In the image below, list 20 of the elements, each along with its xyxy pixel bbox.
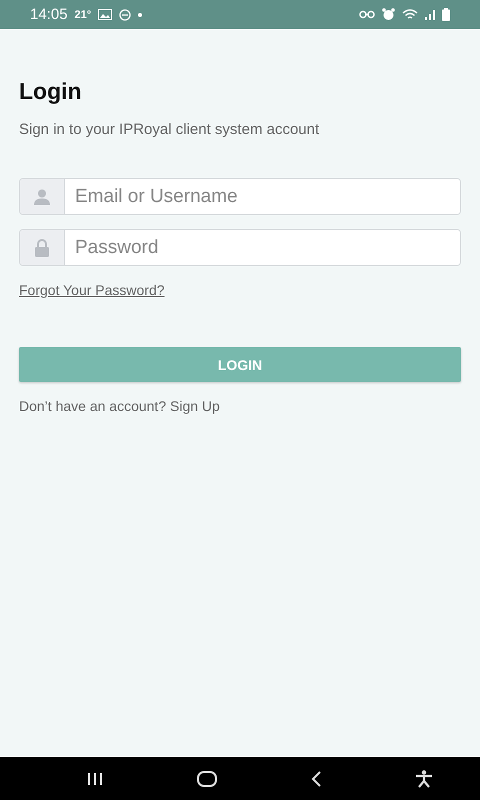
- signal-icon: [425, 10, 435, 20]
- image-icon: [98, 9, 112, 20]
- status-temperature: 21°: [74, 8, 92, 20]
- forgot-password-link[interactable]: Forgot Your Password?: [19, 282, 165, 298]
- accessibility-icon[interactable]: [415, 770, 433, 788]
- wifi-icon: [402, 8, 418, 20]
- user-icon: [33, 188, 51, 204]
- input-field[interactable]: Password: [19, 229, 461, 266]
- page-title: Login: [19, 78, 82, 105]
- lock-icon: [34, 238, 50, 256]
- page-subtitle: Sign in to your IPRoyal client system account: [19, 121, 320, 138]
- dot-icon: [138, 12, 142, 16]
- signup-text[interactable]: Don’t have an account? Sign Up: [19, 398, 220, 414]
- home-icon[interactable]: [197, 770, 217, 786]
- recent-apps-icon[interactable]: [87, 772, 103, 786]
- minus-circle-icon: [119, 8, 132, 20]
- back-icon[interactable]: [311, 770, 321, 786]
- battery-icon: [442, 8, 450, 21]
- input-field[interactable]: Email or Username: [19, 178, 461, 215]
- status-time: 14:05: [30, 6, 68, 23]
